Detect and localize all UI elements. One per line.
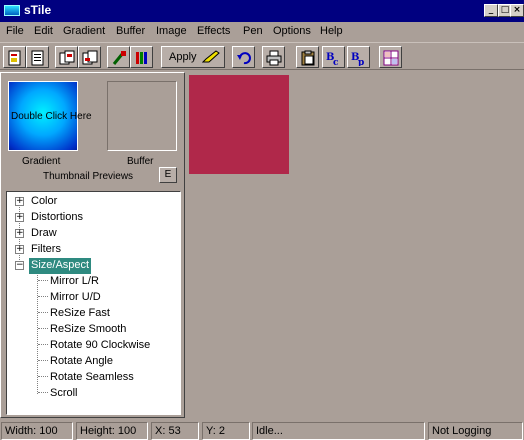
status-bar: Width: 100 Height: 100 X: 53 Y: 2 Idle..…	[0, 420, 524, 440]
export-button[interactable]	[55, 46, 78, 68]
tree-line	[38, 328, 48, 329]
tree-line	[38, 296, 48, 297]
tree-line	[38, 360, 48, 361]
status-height: Height: 100	[76, 422, 148, 440]
tree-item-scroll[interactable]: Scroll	[50, 386, 78, 402]
tree-line	[38, 280, 48, 281]
collapse-size-aspect-icon[interactable]: −	[15, 260, 24, 270]
status-logging: Not Logging	[428, 422, 523, 440]
close-button[interactable]: ×	[510, 4, 524, 17]
tree-line	[38, 312, 48, 313]
pens-icon	[136, 52, 147, 64]
import-button[interactable]	[78, 46, 101, 68]
tree-item-distortions[interactable]: Distortions	[31, 210, 83, 226]
grid-button[interactable]	[379, 46, 402, 68]
left-panel: Double Click Here Gradient Buffer Thumbn…	[0, 72, 185, 418]
tree-item-filters[interactable]: Filters	[31, 242, 61, 258]
tree-item-size-aspect[interactable]: Size/Aspect	[29, 258, 92, 274]
title-bar: sTile _ □ ×	[0, 0, 524, 22]
tree-item-resize-smooth[interactable]: ReSize Smooth	[50, 322, 126, 338]
thumbnail-previews-label: Thumbnail Previews	[43, 171, 134, 182]
gradient-thumbnail[interactable]: Double Click Here	[8, 81, 92, 151]
tree-item-rotate-angle[interactable]: Rotate Angle	[50, 354, 113, 370]
minimize-button[interactable]: _	[484, 4, 498, 17]
image-canvas[interactable]	[189, 75, 289, 174]
pens-button[interactable]	[130, 46, 153, 68]
grid-icon	[383, 50, 399, 66]
expand-filters-icon[interactable]: +	[15, 244, 24, 254]
brush-icon	[112, 51, 126, 65]
tree-item-mirror-lr[interactable]: Mirror L/R	[50, 274, 99, 290]
e-button[interactable]: E	[159, 167, 177, 183]
status-width: Width: 100	[1, 422, 73, 440]
expand-color-icon[interactable]: +	[15, 196, 24, 206]
copy-pattern-button[interactable]: Bp	[347, 46, 370, 68]
status-y: Y: 2	[202, 422, 250, 440]
menu-file[interactable]: File	[6, 25, 24, 37]
expand-draw-icon[interactable]: +	[15, 228, 24, 238]
undo-button[interactable]	[232, 46, 255, 68]
menu-effects[interactable]: Effects	[197, 25, 230, 37]
new-file-icon	[8, 50, 21, 66]
effects-tree[interactable]: + Color + Distortions + Draw + Filters −…	[6, 191, 181, 415]
menu-edit[interactable]: Edit	[34, 25, 53, 37]
apply-label: Apply	[169, 51, 197, 63]
tree-item-resize-fast[interactable]: ReSize Fast	[50, 306, 110, 322]
menu-options[interactable]: Options	[273, 25, 311, 37]
tree-item-mirror-ud[interactable]: Mirror U/D	[50, 290, 101, 306]
pencil-icon	[202, 50, 220, 63]
tree-item-color[interactable]: Color	[31, 194, 57, 210]
toolbar: Apply Bc Bp	[0, 42, 524, 70]
tree-item-draw[interactable]: Draw	[31, 226, 57, 242]
double-click-hint: Double Click Here	[11, 111, 92, 122]
buffer-thumbnail[interactable]	[107, 81, 177, 151]
menu-buffer[interactable]: Buffer	[116, 25, 145, 37]
copy-color-button[interactable]: Bc	[322, 46, 345, 68]
undo-icon	[237, 52, 251, 65]
svg-text:p: p	[358, 58, 364, 66]
print-button[interactable]	[262, 46, 285, 68]
menu-gradient[interactable]: Gradient	[63, 25, 105, 37]
svg-text:c: c	[333, 58, 339, 66]
tree-line	[38, 344, 48, 345]
clipboard-button[interactable]	[296, 46, 319, 68]
tree-item-rotate-90[interactable]: Rotate 90 Clockwise	[50, 338, 150, 354]
window-title: sTile	[24, 3, 52, 17]
buffer-label: Buffer	[127, 156, 154, 167]
new-file-button[interactable]	[3, 46, 26, 68]
brush-button[interactable]	[107, 46, 130, 68]
menu-help[interactable]: Help	[320, 25, 343, 37]
status-x: X: 53	[151, 422, 199, 440]
menu-pen[interactable]: Pen	[243, 25, 263, 37]
tree-item-rotate-seamless[interactable]: Rotate Seamless	[50, 370, 134, 386]
document-icon	[31, 50, 44, 66]
tree-line	[38, 392, 48, 393]
open-file-button[interactable]	[26, 46, 49, 68]
menu-image[interactable]: Image	[156, 25, 187, 37]
app-icon[interactable]	[4, 5, 20, 16]
export-icon	[59, 50, 75, 65]
import-icon	[82, 50, 98, 65]
gradient-label: Gradient	[22, 156, 61, 167]
apply-button[interactable]: Apply	[161, 46, 225, 68]
menu-bar: File Edit Gradient Buffer Image Effects …	[0, 22, 524, 42]
status-message: Idle...	[252, 422, 425, 440]
clipboard-icon	[301, 50, 315, 66]
tree-line	[38, 376, 48, 377]
expand-distortions-icon[interactable]: +	[15, 212, 24, 222]
printer-icon	[266, 50, 282, 66]
copy-pattern-icon: Bp	[351, 52, 364, 66]
copy-color-icon: Bc	[326, 52, 339, 66]
